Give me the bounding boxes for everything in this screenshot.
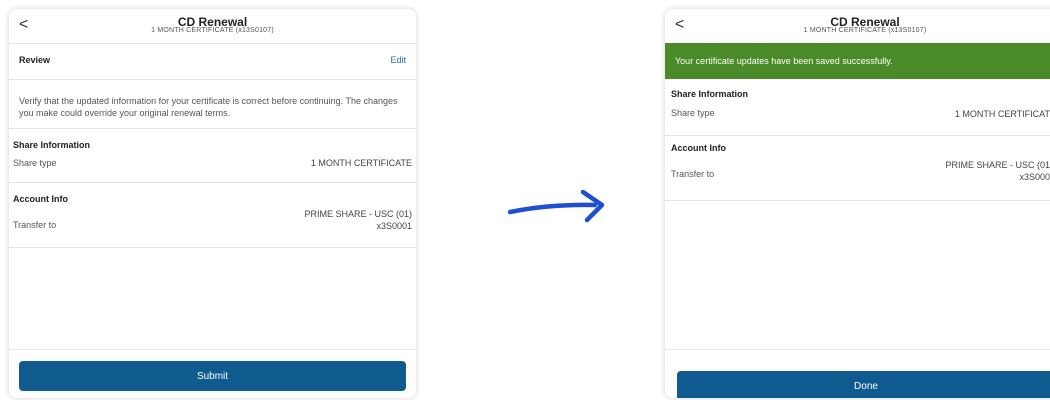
share-type-label: Share type — [671, 108, 715, 118]
edit-link[interactable]: Edit — [390, 55, 406, 65]
share-type-value: 1 MONTH CERTIFICATE — [310, 158, 412, 168]
header: < CD Renewal 1 MONTH CERTIFICATE (x13S01… — [9, 9, 416, 41]
submit-button[interactable]: Submit — [19, 361, 406, 391]
success-banner: Your certificate updates have been saved… — [665, 43, 1050, 79]
share-type-value: 1 MONTH CERTIFICAT — [954, 109, 1050, 119]
divider — [665, 349, 1050, 350]
verify-text-line1: Verify that the updated information for … — [19, 96, 398, 106]
transfer-to-label: Transfer to — [13, 220, 57, 230]
divider — [9, 43, 416, 44]
divider — [9, 79, 416, 80]
verify-text-line2: you make could override your original re… — [19, 108, 231, 118]
account-info-title: Account Info — [671, 143, 726, 153]
transfer-to-label: Transfer to — [671, 169, 715, 179]
page-subtitle: 1 MONTH CERTIFICATE (x13S0107) — [803, 27, 927, 34]
header: < CD Renewal 1 MONTH CERTIFICATE (x13S01… — [665, 9, 1050, 41]
done-button[interactable]: Done — [677, 371, 1050, 398]
transfer-value-line2: x3S0001 — [376, 221, 412, 231]
page-subtitle: 1 MONTH CERTIFICATE (x13S0107) — [151, 27, 274, 34]
transfer-value-line2: x3S000 — [1019, 172, 1050, 182]
success-message: Your certificate updates have been saved… — [675, 56, 893, 66]
divider — [9, 182, 416, 183]
share-type-label: Share type — [13, 158, 57, 168]
divider — [9, 128, 416, 129]
divider — [9, 247, 416, 248]
divider — [665, 200, 1050, 201]
divider — [9, 349, 416, 350]
arrow-right-icon — [507, 189, 605, 223]
review-label: Review — [19, 55, 51, 65]
transfer-value-line1: PRIME SHARE - USC (01 — [945, 160, 1050, 170]
divider — [665, 135, 1050, 136]
confirmation-panel: < CD Renewal 1 MONTH CERTIFICATE (x13S01… — [665, 9, 1050, 398]
share-information-title: Share Information — [671, 89, 749, 99]
account-info-title: Account Info — [13, 194, 68, 204]
transfer-value-line1: PRIME SHARE - USC (01) — [304, 209, 412, 219]
share-information-title: Share Information — [13, 140, 91, 150]
review-panel: < CD Renewal 1 MONTH CERTIFICATE (x13S01… — [9, 9, 416, 398]
